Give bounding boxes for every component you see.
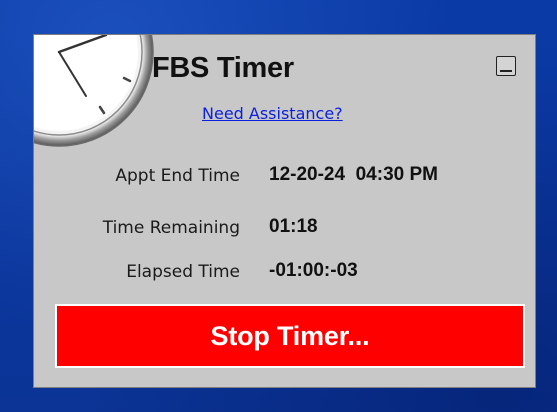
appt-end-time-value: 12-20-24 04:30 PM — [269, 164, 438, 185]
timer-widget: 1 FBS Timer Need Assistance? Appt End Ti… — [33, 34, 536, 388]
appt-end-time-label: Appt End Time — [115, 166, 240, 186]
elapsed-time-label: Elapsed Time — [126, 262, 240, 282]
need-assistance-link[interactable]: Need Assistance? — [202, 104, 343, 123]
window-title: FBS Timer — [152, 52, 294, 84]
minimize-button[interactable] — [496, 56, 516, 76]
time-remaining-label: Time Remaining — [102, 218, 240, 238]
elapsed-time-value: -01:00:-03 — [269, 260, 358, 281]
stop-timer-button[interactable]: Stop Timer... — [55, 304, 525, 368]
time-remaining-value: 01:18 — [269, 216, 318, 237]
clock-icon: 1 — [34, 35, 154, 147]
minimize-icon — [500, 70, 512, 72]
